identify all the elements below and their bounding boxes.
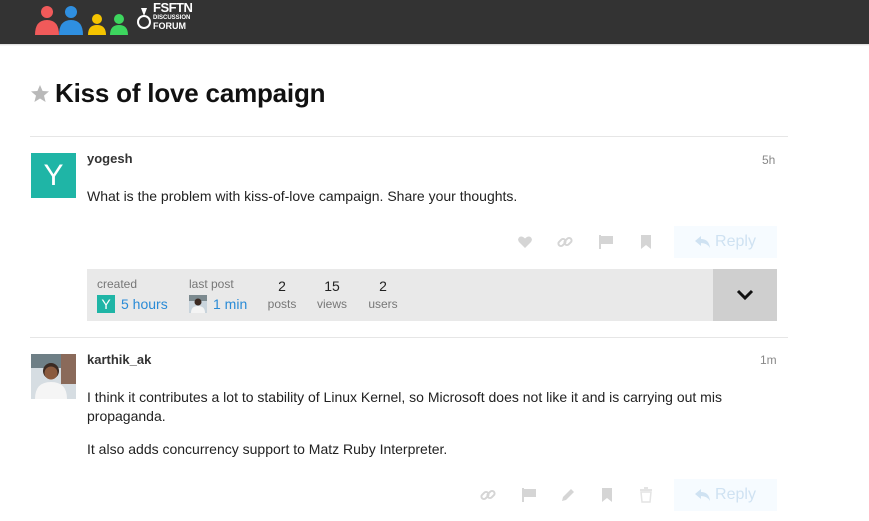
page-title[interactable]: Kiss of love campaign	[55, 78, 326, 109]
like-heart-icon[interactable]	[517, 234, 533, 250]
created-label: created	[97, 277, 138, 291]
reply-label: Reply	[715, 486, 756, 503]
post-body: It also adds concurrency support to Matz…	[87, 441, 448, 457]
post-username[interactable]: yogesh	[87, 151, 133, 166]
last-post-value[interactable]: 1 min	[213, 296, 247, 312]
post-time[interactable]: 1m	[760, 353, 777, 367]
expand-topic-map-button[interactable]	[713, 269, 777, 321]
link-icon[interactable]	[557, 234, 573, 250]
logo-text-fsftn: FSFTN	[153, 0, 193, 15]
views-label: views	[316, 297, 347, 311]
flag-icon[interactable]	[598, 234, 614, 250]
created-value[interactable]: 5 hours	[121, 296, 168, 312]
header-shadow	[0, 44, 869, 46]
topic-map: created Y 5 hours last post 1 min 2 post…	[87, 269, 777, 321]
reply-button[interactable]: Reply	[674, 226, 777, 258]
last-post-label: last post	[189, 277, 234, 291]
chevron-down-icon	[736, 289, 754, 301]
users-label: users	[368, 297, 398, 311]
people-logo-icon	[35, 6, 151, 35]
bookmark-icon[interactable]	[599, 487, 615, 503]
star-icon[interactable]	[30, 84, 50, 104]
last-post-avatar[interactable]	[189, 295, 207, 313]
avatar[interactable]	[31, 354, 76, 399]
site-header: FSFTN DISCUSSION FORUM	[0, 0, 869, 44]
user-photo-icon	[31, 354, 76, 399]
trash-icon[interactable]	[638, 487, 654, 503]
reply-label: Reply	[715, 233, 756, 250]
views-count: 15	[324, 278, 340, 294]
divider	[30, 136, 788, 137]
created-avatar[interactable]: Y	[97, 295, 115, 313]
pencil-icon[interactable]	[560, 487, 576, 503]
users-count: 2	[379, 278, 387, 294]
reply-arrow-icon	[695, 489, 711, 501]
logo-text-forum: FORUM	[153, 21, 186, 31]
reply-arrow-icon	[695, 236, 711, 248]
user-photo-icon	[189, 295, 207, 313]
reply-button[interactable]: Reply	[674, 479, 777, 511]
flag-icon[interactable]	[521, 487, 537, 503]
bookmark-icon[interactable]	[638, 234, 654, 250]
posts-count: 2	[278, 278, 286, 294]
link-icon[interactable]	[480, 487, 496, 503]
post-username[interactable]: karthik_ak	[87, 352, 151, 367]
avatar[interactable]: Y	[31, 153, 76, 198]
posts-label: posts	[267, 297, 297, 311]
post-body: I think it contributes a lot to stabilit…	[87, 389, 722, 424]
post-time[interactable]: 5h	[762, 153, 775, 167]
site-logo[interactable]: FSFTN DISCUSSION FORUM	[33, 0, 193, 38]
post-body: What is the problem with kiss-of-love ca…	[87, 188, 518, 204]
divider	[30, 337, 788, 338]
